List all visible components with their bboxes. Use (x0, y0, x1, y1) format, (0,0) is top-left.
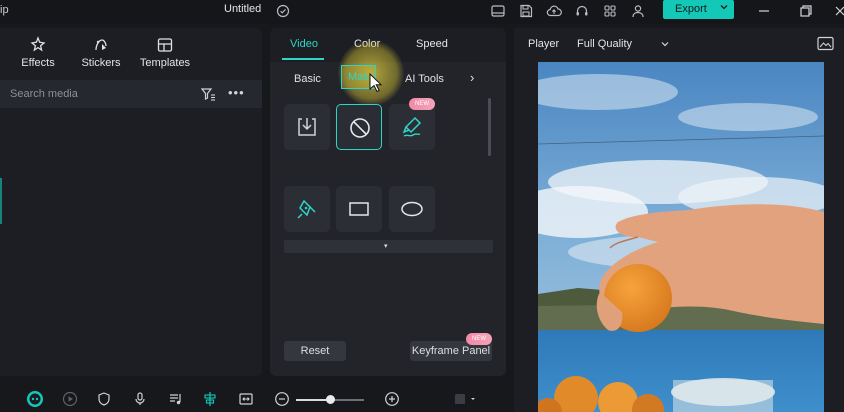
apps-grid-icon[interactable] (602, 3, 618, 19)
reset-button[interactable]: Reset (284, 341, 346, 361)
import-icon (298, 118, 316, 136)
property-panel: Video Color Speed Basic Mas AI Tools › N… (270, 28, 506, 376)
tab-templates[interactable]: Templates (135, 36, 195, 69)
chevron-down-icon[interactable] (660, 39, 670, 49)
selection-indicator (0, 178, 2, 224)
new-badge: NEW (409, 98, 435, 110)
tab-effects-label: Effects (21, 57, 55, 69)
mask-draw-tile[interactable] (389, 104, 435, 150)
timeline-view-icon[interactable] (452, 391, 468, 407)
support-headset-icon[interactable] (574, 3, 590, 19)
layout-icon[interactable] (490, 3, 506, 19)
more-options-icon[interactable]: ••• (228, 86, 246, 102)
mask-ellipse-tile[interactable] (389, 186, 435, 232)
zoom-out-icon[interactable] (274, 391, 290, 407)
zoom-slider[interactable] (296, 395, 364, 404)
effects-icon (29, 36, 47, 54)
mask-scrollbar[interactable] (488, 98, 491, 156)
keyframe-new-badge: NEW (466, 333, 492, 345)
search-input[interactable] (10, 86, 190, 102)
mask-import-tile[interactable] (284, 104, 330, 150)
quality-select[interactable]: Full Quality (577, 38, 632, 50)
tab-speed[interactable]: Speed (416, 38, 448, 50)
minimize-icon[interactable] (756, 3, 772, 19)
stickers-icon (92, 36, 110, 54)
save-icon[interactable] (518, 3, 534, 19)
filter-icon[interactable] (200, 86, 216, 102)
tab-video[interactable]: Video (290, 38, 318, 50)
play-icon[interactable] (62, 391, 78, 407)
snapshot-icon[interactable] (817, 36, 834, 51)
mouse-cursor-icon (369, 73, 383, 93)
export-button-label: Export (675, 3, 707, 15)
zoom-in-icon[interactable] (384, 391, 400, 407)
player-panel: Player Full Quality (514, 28, 844, 412)
title-bar: ip Untitled Export (0, 0, 844, 24)
chevron-down-icon[interactable] (468, 391, 478, 407)
chevron-down-icon: ▾ (384, 243, 388, 250)
close-icon[interactable] (832, 3, 844, 19)
video-preview[interactable] (538, 62, 824, 412)
subtab-basic[interactable]: Basic (294, 73, 321, 85)
tab-stickers[interactable]: Stickers (71, 36, 131, 69)
media-search-bar: ••• (0, 80, 262, 108)
export-button[interactable]: Export (663, 0, 734, 19)
expand-more-bar[interactable]: ▾ (284, 240, 493, 253)
templates-icon (156, 36, 174, 54)
none-icon (350, 118, 370, 138)
media-panel: Effects Stickers Templates ••• (0, 28, 262, 376)
restore-icon[interactable] (798, 3, 814, 19)
timeline-toolbar (0, 384, 514, 412)
microphone-icon[interactable] (132, 391, 148, 407)
tab-effects[interactable]: Effects (8, 36, 68, 69)
mask-rectangle-tile[interactable] (336, 186, 382, 232)
app-name-fragment: ip (0, 4, 9, 16)
zoom-slider-fill (296, 399, 330, 401)
tab-templates-label: Templates (139, 57, 191, 69)
shield-icon[interactable] (96, 391, 112, 407)
split-align-icon[interactable] (202, 391, 218, 407)
pen-icon (297, 199, 316, 219)
project-status-icon[interactable] (275, 3, 291, 19)
mask-none-tile[interactable] (336, 104, 382, 150)
chevron-down-icon[interactable] (719, 2, 729, 12)
chevron-right-icon[interactable]: › (470, 71, 482, 84)
mask-pen-tile[interactable] (284, 186, 330, 232)
account-icon[interactable] (630, 3, 646, 19)
tab-stickers-label: Stickers (81, 57, 121, 69)
zoom-slider-thumb[interactable] (326, 395, 335, 404)
music-list-icon[interactable] (168, 391, 184, 407)
mask-settings: Basic Mas AI Tools › NEW ▾ Reset Keyfram… (270, 40, 506, 376)
ai-assistant-icon[interactable] (26, 390, 44, 408)
brush-icon (402, 116, 422, 137)
player-label: Player (528, 38, 560, 50)
ellipse-icon (401, 201, 423, 217)
active-tab-indicator (282, 58, 324, 60)
subtab-ai-tools[interactable]: AI Tools (405, 73, 444, 85)
cloud-upload-icon[interactable] (546, 3, 562, 19)
video-frame-image (538, 62, 824, 412)
project-title: Untitled (224, 3, 262, 15)
fit-timeline-icon[interactable] (238, 391, 254, 407)
rectangle-icon (349, 202, 369, 216)
